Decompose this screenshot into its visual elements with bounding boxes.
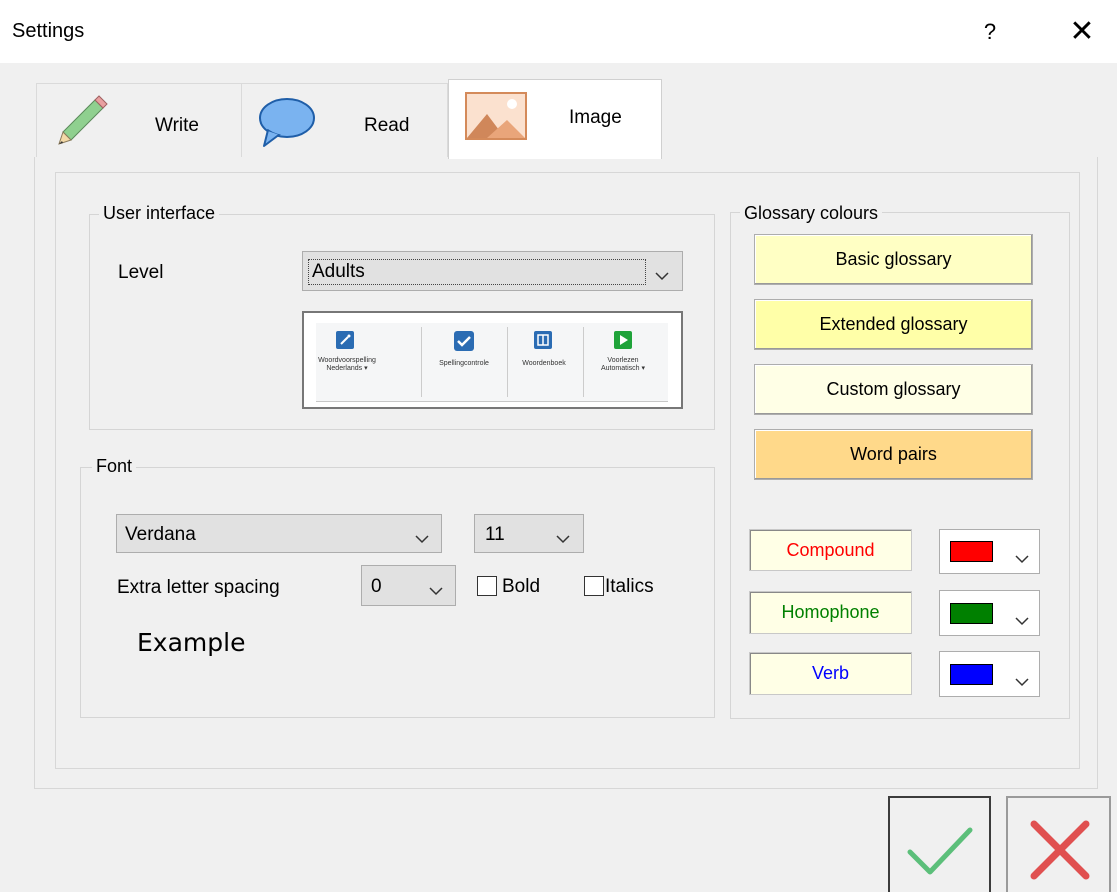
bold-checkbox[interactable]: [477, 576, 497, 596]
magic-wand-icon: [336, 331, 354, 349]
chevron-down-icon: [1015, 671, 1029, 693]
word-pairs-button[interactable]: Word pairs: [754, 429, 1033, 480]
font-size-value: 11: [485, 524, 505, 545]
tab-read-label: Read: [364, 115, 410, 136]
font-family-value: Verdana: [125, 524, 196, 545]
italics-label: Italics: [605, 576, 654, 597]
speech-bubble-icon: [256, 94, 318, 156]
ribbon-item-label: Spellingcontrole: [439, 360, 489, 367]
tab-image-label: Image: [569, 107, 622, 128]
homophone-sample: Homophone: [749, 591, 912, 634]
green-checkmark-icon: [904, 824, 976, 884]
ok-button[interactable]: [888, 796, 991, 892]
chevron-down-icon: [655, 265, 669, 287]
chevron-down-icon: [429, 580, 443, 602]
ribbon-preview: Woordvoorspelling Nederlands ▾ Spellingc…: [302, 311, 683, 409]
chevron-down-icon: [1015, 610, 1029, 632]
close-button[interactable]: ✕: [1062, 14, 1102, 50]
letter-spacing-select[interactable]: 0: [361, 565, 456, 606]
chevron-down-icon: [1015, 548, 1029, 570]
font-family-select[interactable]: Verdana: [116, 514, 442, 553]
custom-glossary-button[interactable]: Custom glossary: [754, 364, 1033, 415]
verb-color-swatch: [950, 664, 993, 685]
bold-label: Bold: [502, 576, 541, 597]
compound-color-swatch: [950, 541, 993, 562]
glossary-colours-legend: Glossary colours: [740, 203, 883, 224]
compound-color-select[interactable]: [939, 529, 1040, 574]
ribbon-item-label: Voorlezen Automatisch ▾: [601, 357, 645, 372]
letter-spacing-value: 0: [371, 576, 382, 597]
checkmark-icon: [454, 331, 474, 351]
ribbon-item-label: Woordenboek: [522, 360, 566, 367]
help-button[interactable]: ?: [972, 14, 1008, 50]
chevron-down-icon: [556, 528, 570, 550]
play-icon: [614, 331, 632, 349]
font-size-select[interactable]: 11: [474, 514, 584, 553]
extra-letter-spacing-label: Extra letter spacing: [117, 577, 280, 598]
picture-icon: [465, 92, 527, 146]
ribbon-item-label: Woordvoorspelling Nederlands ▾: [318, 357, 376, 372]
level-select-value: Adults: [312, 261, 365, 282]
title-bar: Settings ? ✕: [0, 0, 1117, 63]
extended-glossary-button[interactable]: Extended glossary: [754, 299, 1033, 350]
homophone-color-select[interactable]: [939, 590, 1040, 636]
red-x-icon: [1028, 818, 1092, 888]
user-interface-legend: User interface: [99, 203, 220, 224]
level-label: Level: [118, 262, 164, 283]
window-title: Settings: [12, 20, 85, 42]
basic-glossary-button[interactable]: Basic glossary: [754, 234, 1033, 285]
tab-write[interactable]: Write: [36, 83, 242, 157]
italics-checkbox[interactable]: [584, 576, 604, 596]
font-legend: Font: [92, 456, 137, 477]
pencil-icon: [49, 90, 111, 158]
chevron-down-icon: [415, 528, 429, 550]
verb-sample: Verb: [749, 652, 912, 695]
verb-color-select[interactable]: [939, 651, 1040, 697]
book-icon: [534, 331, 552, 349]
level-select[interactable]: Adults: [302, 251, 683, 291]
font-example: Example: [137, 628, 246, 657]
tab-image[interactable]: Image: [448, 79, 662, 159]
compound-sample: Compound: [749, 529, 912, 571]
tab-read[interactable]: Read: [241, 83, 448, 157]
cancel-button[interactable]: [1006, 796, 1111, 892]
tab-write-label: Write: [155, 115, 199, 136]
homophone-color-swatch: [950, 603, 993, 624]
